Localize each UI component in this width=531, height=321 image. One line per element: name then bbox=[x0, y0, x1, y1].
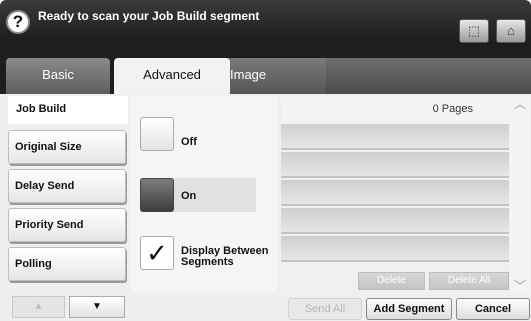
list-item[interactable] bbox=[281, 180, 509, 206]
delete-button[interactable]: Delete bbox=[358, 272, 425, 290]
display-between-segments-checkbox[interactable]: ✓ bbox=[140, 236, 174, 270]
list-item[interactable] bbox=[281, 236, 509, 262]
list-item[interactable] bbox=[281, 208, 509, 234]
cancel-button[interactable]: Cancel bbox=[456, 298, 530, 320]
off-option-label: Off bbox=[181, 136, 197, 148]
help-icon[interactable]: ? bbox=[6, 10, 30, 34]
sidebar-scroll-down-button[interactable]: ▼ bbox=[69, 296, 125, 318]
display-label-line2: Segments bbox=[181, 256, 234, 268]
pages-count: 0 Pages bbox=[281, 97, 509, 123]
sidebar-scroll-up-button[interactable]: ▲ bbox=[12, 296, 65, 318]
tab-bar-background bbox=[312, 58, 531, 94]
send-all-button[interactable]: Send All bbox=[288, 298, 362, 320]
tab-basic[interactable]: Basic bbox=[6, 58, 110, 94]
sidebar-item-polling[interactable]: Polling bbox=[8, 247, 126, 281]
list-scrollbar[interactable] bbox=[510, 97, 530, 293]
page-title: Ready to scan your Job Build segment bbox=[38, 9, 260, 23]
on-option-button[interactable] bbox=[140, 178, 174, 212]
sidebar-heading: Job Build bbox=[8, 96, 128, 124]
title-bar: ? Ready to scan your Job Build segment bbox=[0, 0, 531, 44]
chevron-down-icon[interactable]: ﹀ bbox=[512, 278, 528, 294]
tab-bar: Basic Image Advanced bbox=[0, 44, 531, 95]
display-between-segments-label: Display Between Segments bbox=[181, 246, 268, 268]
load-icon[interactable]: ⬚ bbox=[459, 19, 489, 43]
sidebar-item-original-size[interactable]: Original Size bbox=[8, 130, 126, 164]
chevron-up-icon[interactable]: ︿ bbox=[512, 96, 528, 112]
add-segment-button[interactable]: Add Segment bbox=[366, 298, 452, 320]
tab-advanced[interactable]: Advanced bbox=[114, 58, 230, 95]
sidebar-item-priority-send[interactable]: Priority Send bbox=[8, 208, 126, 242]
off-option-button[interactable] bbox=[140, 117, 174, 151]
delete-all-button[interactable]: Delete All bbox=[429, 272, 509, 290]
list-item[interactable] bbox=[281, 124, 509, 150]
home-icon[interactable]: ⌂ bbox=[496, 19, 526, 43]
sidebar-item-delay-send[interactable]: Delay Send bbox=[8, 169, 126, 203]
on-option-label: On bbox=[181, 190, 197, 202]
list-item[interactable] bbox=[281, 152, 509, 178]
